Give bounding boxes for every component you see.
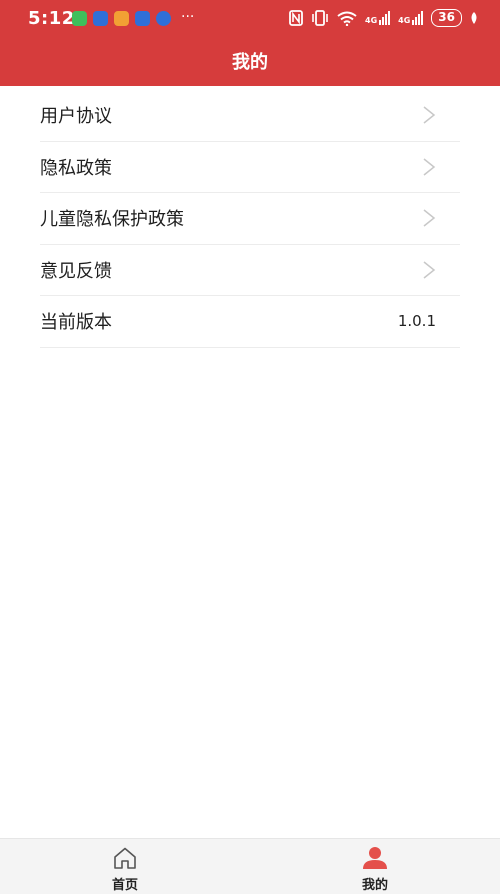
tab-home[interactable]: 首页 [65, 839, 185, 894]
bottom-tab-bar: 首页 我的 [0, 838, 500, 894]
version-label: 当前版本 [40, 312, 112, 334]
tab-mine-label: 我的 [361, 878, 388, 893]
menu-item-label: 用户协议 [40, 106, 112, 128]
battery-indicator: 36 [431, 9, 462, 27]
nfc-icon [289, 10, 303, 26]
video-app-icon [114, 11, 129, 26]
menu-item-privacy-policy[interactable]: 隐私政策 [40, 142, 460, 193]
page-title: 我的 [232, 52, 268, 73]
status-bar: 5:12 ··· 4G 4G 36 [0, 0, 500, 40]
browser-app-icon [135, 11, 150, 26]
menu-item-label: 儿童隐私保护政策 [40, 209, 184, 231]
chevron-right-icon [423, 106, 436, 124]
system-icons: 4G 4G 36 [289, 9, 478, 27]
menu-item-label: 意见反馈 [40, 260, 112, 282]
signal-bars [379, 11, 391, 25]
home-icon [114, 847, 136, 869]
leaf-icon [471, 12, 477, 24]
vibrate-icon [312, 10, 328, 26]
more-notifications-icon: ··· [181, 8, 195, 25]
signal-bars [412, 11, 424, 25]
app-notification-icon [93, 11, 108, 26]
menu-item-current-version: 当前版本 1.0.1 [40, 296, 460, 348]
cellular-signal-2-icon: 4G [398, 11, 424, 25]
version-value: 1.0.1 [397, 312, 436, 331]
notification-icons: ··· [72, 8, 195, 26]
menu-item-label: 隐私政策 [40, 157, 112, 179]
user-icon [363, 847, 387, 869]
cellular-signal-1-icon: 4G [365, 11, 391, 25]
chevron-right-icon [423, 261, 436, 279]
wechat-icon [72, 11, 87, 26]
network-type-label: 4G [398, 16, 411, 25]
tab-mine[interactable]: 我的 [315, 839, 435, 894]
menu-item-child-privacy-policy[interactable]: 儿童隐私保护政策 [40, 193, 460, 245]
menu-item-user-agreement[interactable]: 用户协议 [40, 90, 460, 142]
settings-list: 用户协议 隐私政策 儿童隐私保护政策 意见反馈 当前版本 1.0.1 [40, 90, 460, 348]
menu-item-feedback[interactable]: 意见反馈 [40, 245, 460, 296]
app-header: 5:12 ··· 4G 4G 36 我的 [0, 0, 500, 86]
network-type-label: 4G [365, 16, 378, 25]
chevron-right-icon [423, 209, 436, 227]
status-time: 5:12 [28, 8, 75, 29]
tab-home-label: 首页 [111, 878, 138, 893]
chevron-right-icon [423, 158, 436, 176]
wifi-icon [337, 11, 357, 26]
circle-app-icon [156, 11, 171, 26]
